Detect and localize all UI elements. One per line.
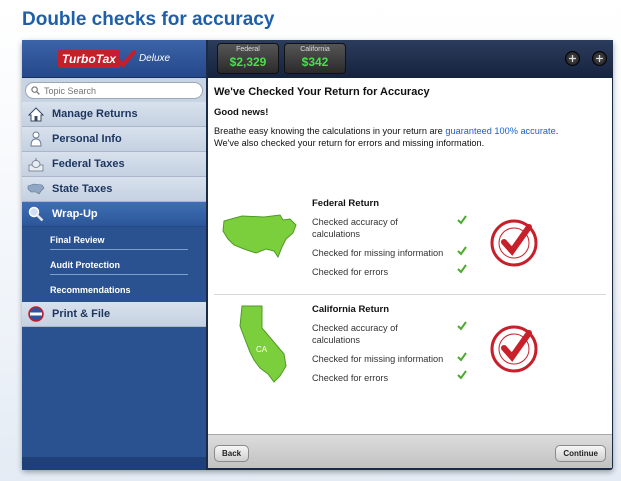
magnifier-icon <box>26 205 46 223</box>
navigation-footer: Back Continue <box>208 434 612 468</box>
search-box[interactable] <box>25 82 203 99</box>
refund-meter-amount: $2,329 <box>229 55 267 69</box>
ca-map-label: CA <box>256 345 268 354</box>
page-title: Double checks for accuracy <box>22 9 275 30</box>
sidebar-item-federal-taxes[interactable]: Federal Taxes <box>22 152 206 177</box>
house-icon <box>26 105 46 123</box>
wrap-up-subnav: Final Review Audit Protection Recommenda… <box>22 227 206 302</box>
help-icon <box>596 55 603 62</box>
subnav-item-final-review[interactable]: Final Review <box>22 227 206 252</box>
check-label: Checked for missing information <box>312 354 444 364</box>
checkmark-icon <box>457 321 467 331</box>
check-label: Checked for missing information <box>312 248 444 258</box>
sidebar-item-state-taxes[interactable]: State Taxes <box>22 177 206 202</box>
california-refund-meter[interactable]: California $342 <box>284 43 346 74</box>
sidebar-item-label: Personal Info <box>52 133 122 145</box>
sidebar-item-label: State Taxes <box>52 183 113 195</box>
subnav-item-label: Recommendations <box>50 284 131 295</box>
divider <box>50 249 188 250</box>
sidebar: TurboTax Deluxe Manage Returns <box>22 40 206 470</box>
refund-meter-bar: Federal $2,329 California $342 <box>208 40 613 78</box>
back-button[interactable]: Back <box>214 445 250 462</box>
sidebar-item-personal-info[interactable]: Personal Info <box>22 127 206 152</box>
checkmark-icon <box>457 264 467 274</box>
subnav-item-audit-protection[interactable]: Audit Protection <box>22 252 206 277</box>
subnav-item-recommendations[interactable]: Recommendations <box>22 277 206 302</box>
california-return-title: California Return <box>312 304 390 315</box>
logo-edition: Deluxe <box>138 53 171 64</box>
continue-button[interactable]: Continue <box>555 445 606 462</box>
intro-text: We've also checked your return for error… <box>214 138 485 148</box>
sidebar-item-label: Print & File <box>52 308 111 320</box>
sidebar-item-print-file[interactable]: Print & File <box>22 302 206 327</box>
sidebar-item-manage-returns[interactable]: Manage Returns <box>22 102 206 127</box>
accuracy-guarantee-seal <box>490 219 538 267</box>
logo-brand: TurboTax <box>57 49 120 68</box>
refund-meter-amount: $342 <box>301 55 329 69</box>
content-heading: We've Checked Your Return for Accuracy <box>214 86 430 98</box>
checkmark-icon <box>457 215 467 225</box>
check-label: Checked for errors <box>312 373 389 383</box>
check-label: Checked accuracy of calculations <box>312 217 398 239</box>
logo-checkmark-icon <box>115 49 136 68</box>
search-bar <box>22 78 206 102</box>
intro-text: Breathe easy knowing the calculations in… <box>214 126 446 136</box>
federal-return-title: Federal Return <box>312 198 380 209</box>
checkmark-icon <box>457 352 467 362</box>
california-map-illustration: CA <box>239 305 287 383</box>
intro-text: . <box>555 126 559 136</box>
tools-icon <box>569 55 576 62</box>
intro-paragraph: Breathe easy knowing the calculations in… <box>214 125 609 149</box>
sidebar-nav-bottom: Print & File <box>22 302 206 327</box>
main-content: We've Checked Your Return for Accuracy G… <box>208 78 612 434</box>
refund-meter-label: California <box>300 46 330 53</box>
sidebar-item-label: Wrap-Up <box>52 208 98 220</box>
checkmark-icon <box>457 370 467 380</box>
guarantee-link[interactable]: guaranteed 100% accurate <box>445 126 555 136</box>
tools-button[interactable] <box>565 51 580 66</box>
section-divider <box>214 294 606 295</box>
sidebar-item-label: Federal Taxes <box>52 158 125 170</box>
subnav-item-label: Audit Protection <box>50 259 120 270</box>
checkmark-icon <box>457 246 467 256</box>
check-label: Checked for errors <box>312 267 389 277</box>
person-icon <box>26 130 46 148</box>
good-news-text: Good news! <box>214 107 269 118</box>
sidebar-nav: Manage Returns Personal Info Federal Tax… <box>22 102 206 227</box>
refund-meter-label: Federal <box>236 46 260 53</box>
check-label: Checked accuracy of calculations <box>312 323 398 345</box>
globe-file-icon <box>26 305 46 323</box>
help-button[interactable] <box>592 51 607 66</box>
us-map-icon <box>26 180 46 198</box>
search-icon <box>31 86 40 95</box>
turbotax-logo: TurboTax Deluxe <box>22 40 206 78</box>
capitol-building-icon <box>26 155 46 173</box>
sidebar-filler <box>22 327 206 457</box>
divider <box>50 274 188 275</box>
sidebar-item-wrap-up[interactable]: Wrap-Up <box>22 202 206 227</box>
federal-refund-meter[interactable]: Federal $2,329 <box>217 43 279 74</box>
sidebar-item-label: Manage Returns <box>52 108 138 120</box>
us-map-illustration <box>222 214 297 259</box>
accuracy-guarantee-seal <box>490 325 538 373</box>
subnav-item-label: Final Review <box>50 234 105 245</box>
app-window: TurboTax Deluxe Manage Returns <box>22 40 613 470</box>
search-input[interactable] <box>44 85 184 96</box>
